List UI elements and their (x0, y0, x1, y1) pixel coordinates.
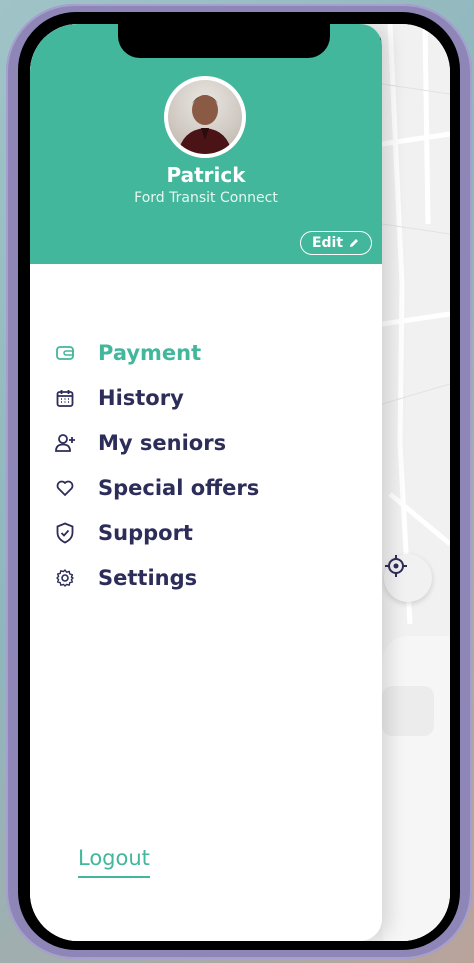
menu-item-history[interactable]: History (52, 375, 259, 420)
edit-profile-button[interactable]: Edit (300, 231, 372, 255)
menu-item-payment[interactable]: Payment (52, 330, 259, 375)
menu-item-label: Support (98, 520, 193, 545)
menu-item-special-offers[interactable]: Special offers (52, 465, 259, 510)
side-drawer: Patrick Ford Transit Connect Edit Paymen… (30, 24, 382, 941)
menu-item-support[interactable]: Support (52, 510, 259, 555)
notch (118, 24, 382, 58)
screen: Patrick Ford Transit Connect Edit Paymen… (30, 24, 450, 941)
pencil-icon (350, 239, 359, 247)
menu-item-label: History (98, 385, 184, 410)
profile-header: Patrick Ford Transit Connect Edit (30, 24, 382, 264)
profile-name: Patrick (166, 163, 246, 187)
menu-item-label: Settings (98, 565, 198, 590)
drawer-menu: Payment History My seniors Special offer… (52, 330, 259, 600)
avatar[interactable] (164, 76, 246, 158)
avatar-photo (168, 80, 242, 154)
logout-link[interactable]: Logout (78, 846, 150, 870)
gear-icon (52, 565, 78, 591)
crosshair-icon (385, 555, 407, 577)
menu-item-settings[interactable]: Settings (52, 555, 259, 600)
user-plus-icon (52, 430, 78, 456)
calendar-icon (52, 385, 78, 411)
menu-item-label: Payment (98, 340, 202, 365)
shield-check-icon (52, 520, 78, 546)
profile-vehicle: Ford Transit Connect (134, 190, 278, 206)
logout-underline (78, 876, 150, 878)
bottom-sheet (382, 636, 450, 941)
menu-item-my-seniors[interactable]: My seniors (52, 420, 259, 465)
my-location-button[interactable] (384, 554, 432, 602)
wallet-icon (52, 340, 78, 366)
sheet-field[interactable] (382, 686, 434, 736)
front-camera (380, 34, 382, 42)
menu-item-label: Special offers (98, 475, 260, 500)
edit-label: Edit (311, 235, 344, 251)
menu-item-label: My seniors (98, 430, 227, 455)
heart-icon (52, 475, 78, 501)
